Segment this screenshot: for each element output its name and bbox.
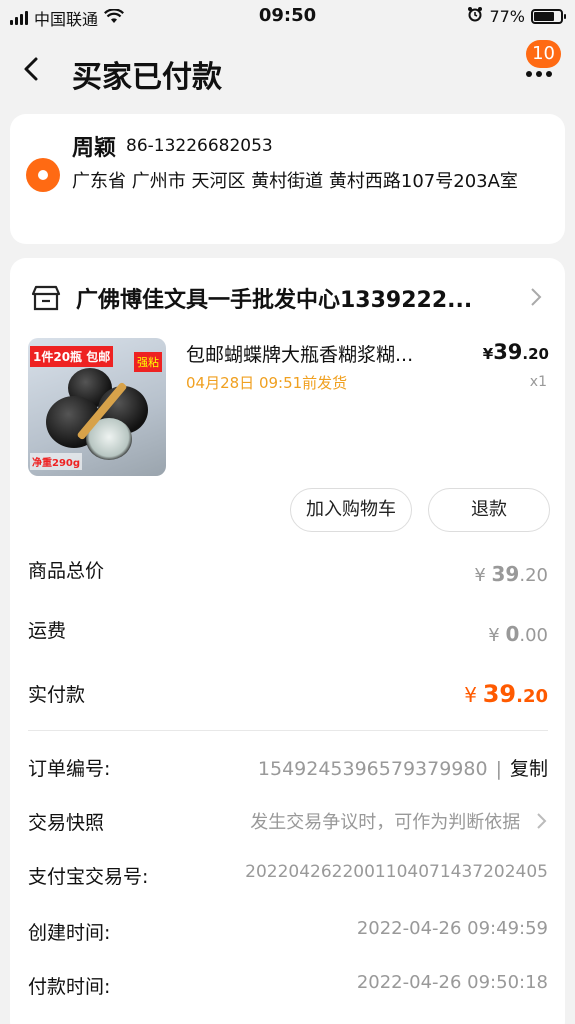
order-number-row: 订单编号: 1549245396579379980 | 复制 xyxy=(28,754,548,788)
shop-name: 广佛博佳文具一手批发中心1339222... xyxy=(76,288,473,313)
product-weight: 净重290g xyxy=(30,453,83,470)
add-to-cart-button[interactable]: 加入购物车 xyxy=(290,488,412,532)
value-int: 0 xyxy=(505,622,520,646)
refund-button[interactable]: 退款 xyxy=(428,488,550,532)
paid-time-label: 付款时间: xyxy=(28,976,111,998)
paid-time-row: 付款时间: 2022-04-26 09:50:18 xyxy=(28,972,548,1006)
location-pin-icon xyxy=(26,158,60,192)
currency-symbol: ¥ xyxy=(464,683,477,707)
separator: | xyxy=(495,758,502,780)
alipay-number: 2022042622001104071437202405 xyxy=(245,862,548,882)
value-dec: .00 xyxy=(519,625,548,646)
alipay-row: 支付宝交易号: 2022042622001104071437202405 xyxy=(28,862,548,896)
chevron-right-icon xyxy=(530,286,542,314)
currency-symbol: ¥ xyxy=(488,625,500,646)
more-button[interactable] xyxy=(521,66,557,82)
total-value: ¥ 39.20 xyxy=(474,562,548,586)
product-quantity: x1 xyxy=(529,374,547,390)
divider xyxy=(28,730,548,731)
order-number-label: 订单编号: xyxy=(28,758,111,780)
paid-label: 实付款 xyxy=(28,684,86,706)
order-number: 1549245396579379980 xyxy=(257,758,488,780)
nav-bar: 买家已付款 10 xyxy=(0,40,575,102)
snapshot-text: 发生交易争议时，可作为判断依据 xyxy=(250,812,521,833)
shop-icon xyxy=(31,285,61,311)
product-tag: 强粘 xyxy=(134,352,162,372)
paid-row: 实付款 ¥ 39.20 xyxy=(28,680,548,714)
value-dec: .20 xyxy=(519,565,548,586)
shipping-label: 运费 xyxy=(28,620,67,642)
copy-button[interactable]: 复制 xyxy=(510,758,548,780)
paid-value: ¥ 39.20 xyxy=(464,680,548,708)
shipping-row: 运费 ¥ 0.00 xyxy=(28,616,548,650)
page-title: 买家已付款 xyxy=(72,60,222,95)
more-dot xyxy=(536,71,542,77)
paid-time: 2022-04-26 09:50:18 xyxy=(356,972,548,993)
recipient-name: 周颖 xyxy=(72,136,117,161)
message-badge: 10 xyxy=(526,40,561,68)
status-bar: 中国联通 09:50 77% xyxy=(0,0,575,34)
address-detail: 广东省 广州市 天河区 黄村街道 黄村西路107号203A室 xyxy=(72,171,518,192)
alarm-icon xyxy=(467,6,483,26)
more-dots-icon xyxy=(526,71,532,77)
product-price: ¥39.20 xyxy=(483,340,549,364)
alipay-label: 支付宝交易号: xyxy=(28,866,149,888)
chevron-right-icon xyxy=(537,813,547,829)
snapshot-value: 发生交易争议时，可作为判断依据 xyxy=(250,808,548,834)
recipient-phone: 86-13226682053 xyxy=(126,136,273,156)
shipping-value: ¥ 0.00 xyxy=(488,622,548,646)
more-dot xyxy=(546,71,552,77)
chevron-left-icon xyxy=(24,57,38,81)
ship-deadline: 04月28日 09:51前发货 xyxy=(186,374,348,392)
product-tag: 1件20瓶 包邮 xyxy=(30,346,114,367)
value-dec: .20 xyxy=(516,686,548,707)
order-card: 广佛博佳文具一手批发中心1339222... 1件20瓶 包邮 强粘 净重290… xyxy=(10,258,565,1024)
product-image[interactable]: 1件20瓶 包邮 强粘 净重290g xyxy=(28,338,166,476)
snapshot-row[interactable]: 交易快照 发生交易争议时，可作为判断依据 xyxy=(28,808,548,842)
created-row: 创建时间: 2022-04-26 09:49:59 xyxy=(28,918,548,952)
value-int: 39 xyxy=(482,680,517,708)
shop-row[interactable]: 广佛博佳文具一手批发中心1339222... xyxy=(30,282,550,316)
order-number-value: 1549245396579379980 | 复制 xyxy=(258,754,548,781)
currency-symbol: ¥ xyxy=(482,345,494,363)
total-label: 商品总价 xyxy=(28,560,105,582)
value-int: 39 xyxy=(491,562,520,586)
price-int: 39 xyxy=(493,340,523,364)
product-title[interactable]: 包邮蝴蝶牌大瓶香糊浆糊... xyxy=(186,340,456,367)
currency-symbol: ¥ xyxy=(474,565,486,586)
back-button[interactable] xyxy=(20,56,46,86)
total-row: 商品总价 ¥ 39.20 xyxy=(28,556,548,590)
battery-icon xyxy=(531,8,566,24)
battery-percent: 77% xyxy=(489,6,525,26)
created-label: 创建时间: xyxy=(28,922,111,944)
address-card[interactable]: 周颖 86-13226682053 广东省 广州市 天河区 黄村街道 黄村西路1… xyxy=(10,114,565,244)
price-dec: .20 xyxy=(522,345,549,363)
created-time: 2022-04-26 09:49:59 xyxy=(356,918,548,939)
snapshot-label: 交易快照 xyxy=(28,812,105,834)
status-right: 77% xyxy=(467,6,566,26)
